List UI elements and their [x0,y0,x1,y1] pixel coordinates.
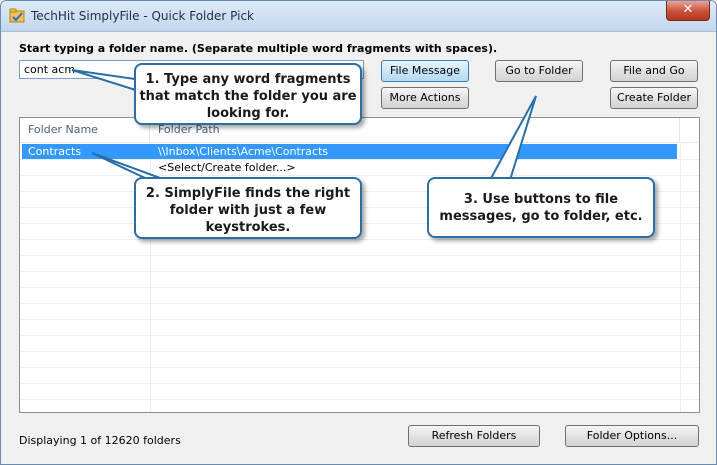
file-message-button[interactable]: File Message [381,60,469,82]
grid-line [20,239,699,240]
grid-line [20,271,699,272]
grid-line [20,287,699,288]
more-actions-button[interactable]: More Actions [381,87,469,109]
column-divider [680,142,681,412]
grid-line [20,335,699,336]
window-title: TechHit SimplyFile - Quick Folder Pick [31,9,254,23]
grid-line [20,351,699,352]
title-bar[interactable]: TechHit SimplyFile - Quick Folder Pick ✕ [1,1,716,32]
folder-options-button[interactable]: Folder Options... [565,425,699,447]
grid-line [20,383,699,384]
file-and-go-button[interactable]: File and Go [610,60,698,82]
grid-line [20,399,699,400]
grid-line [20,303,699,304]
callout-type-fragments: 1. Type any word fragments that match th… [134,63,362,125]
table-row-selected[interactable] [22,144,677,159]
refresh-folders-button[interactable]: Refresh Folders [408,425,540,447]
callout-use-buttons: 3. Use buttons to file messages, go to f… [427,177,655,238]
row-folder-name[interactable]: Contracts [28,144,81,159]
app-folder-icon [9,8,25,23]
go-to-folder-button[interactable]: Go to Folder [495,60,583,82]
callout-finds-folder: 2. SimplyFile finds the right folder wit… [134,177,362,239]
grid-line [20,367,699,368]
status-text: Displaying 1 of 12620 folders [19,434,181,447]
grid-line [20,319,699,320]
instruction-label: Start typing a folder name. (Separate mu… [19,42,498,55]
select-create-folder-row[interactable]: <Select/Create folder...> [158,160,296,175]
folder-list[interactable]: Folder Name Folder Path Contracts \\Inbo… [19,117,700,413]
grid-line [20,159,699,160]
grid-line [20,255,699,256]
create-folder-button[interactable]: Create Folder [610,87,698,109]
column-header-folder-name[interactable]: Folder Name [20,118,150,142]
close-button[interactable]: ✕ [666,1,710,21]
row-folder-path[interactable]: \\Inbox\Clients\Acme\Contracts [158,144,328,159]
grid-line [20,175,699,176]
